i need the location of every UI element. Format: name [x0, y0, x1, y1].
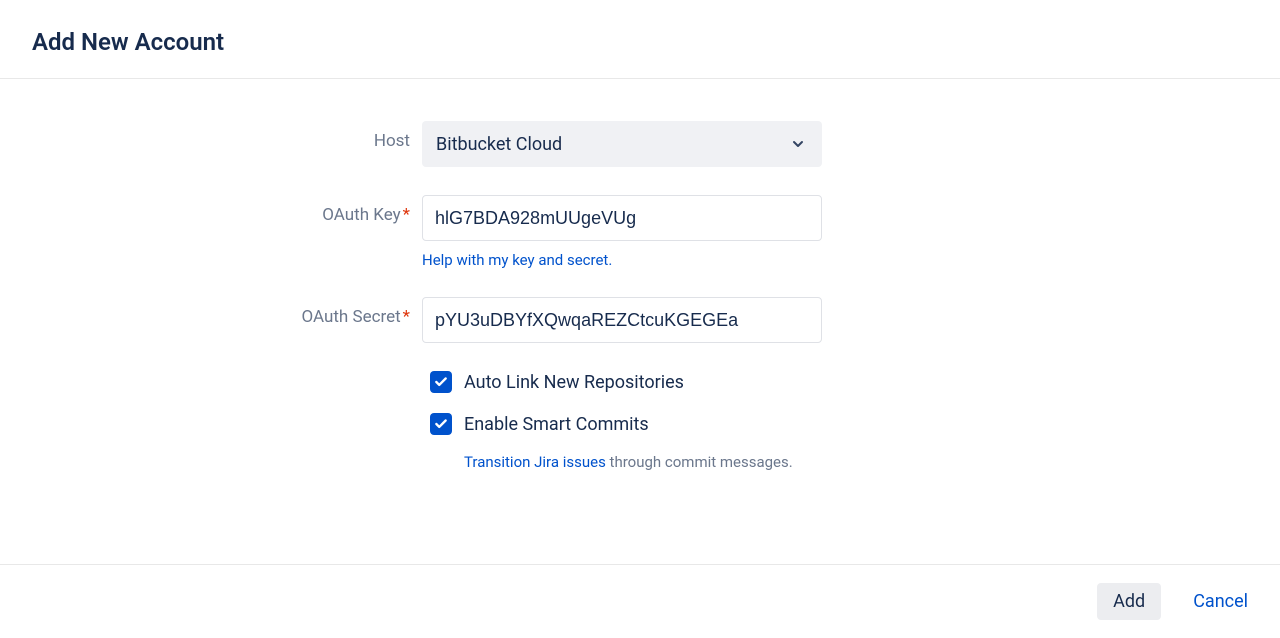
host-field-col: Bitbucket Cloud — [422, 121, 822, 167]
transition-issues-link[interactable]: Transition Jira issues — [464, 453, 606, 471]
oauth-secret-label-col: OAuth Secret* — [0, 297, 422, 327]
required-star-icon: * — [403, 307, 410, 327]
host-select-value: Bitbucket Cloud — [436, 134, 562, 155]
oauth-secret-field-col — [422, 297, 822, 343]
oauth-key-label: OAuth Key — [322, 205, 400, 225]
required-star-icon: * — [403, 205, 410, 225]
oauth-secret-label: OAuth Secret — [301, 307, 400, 327]
smart-commits-hint-text: through commit messages. — [606, 453, 793, 471]
smart-commits-label[interactable]: Enable Smart Commits — [464, 414, 649, 435]
oauth-key-field-col: Help with my key and secret. — [422, 195, 822, 269]
host-label: Host — [0, 121, 422, 151]
dialog-header: Add New Account — [0, 0, 1280, 79]
form-area: Host Bitbucket Cloud OAuth Key* Help wit… — [0, 79, 1280, 471]
auto-link-label[interactable]: Auto Link New Repositories — [464, 372, 684, 393]
host-row: Host Bitbucket Cloud — [0, 121, 1280, 167]
chevron-down-icon — [790, 136, 806, 152]
check-icon — [434, 375, 448, 389]
oauth-secret-input[interactable] — [422, 297, 822, 343]
check-icon — [434, 417, 448, 431]
dialog-footer: Add Cancel — [0, 564, 1280, 638]
smart-commits-row: Enable Smart Commits — [430, 413, 1280, 435]
oauth-secret-row: OAuth Secret* — [0, 297, 1280, 343]
add-button[interactable]: Add — [1097, 583, 1161, 620]
oauth-key-row: OAuth Key* Help with my key and secret. — [0, 195, 1280, 269]
host-select[interactable]: Bitbucket Cloud — [422, 121, 822, 167]
oauth-key-label-col: OAuth Key* — [0, 195, 422, 225]
auto-link-checkbox[interactable] — [430, 371, 452, 393]
smart-commits-hint: Transition Jira issues through commit me… — [464, 453, 1280, 471]
dialog-title: Add New Account — [32, 28, 1248, 56]
auto-link-row: Auto Link New Repositories — [430, 371, 1280, 393]
oauth-key-help-link[interactable]: Help with my key and secret. — [422, 251, 612, 269]
smart-commits-checkbox[interactable] — [430, 413, 452, 435]
oauth-key-input[interactable] — [422, 195, 822, 241]
cancel-button[interactable]: Cancel — [1193, 583, 1248, 620]
